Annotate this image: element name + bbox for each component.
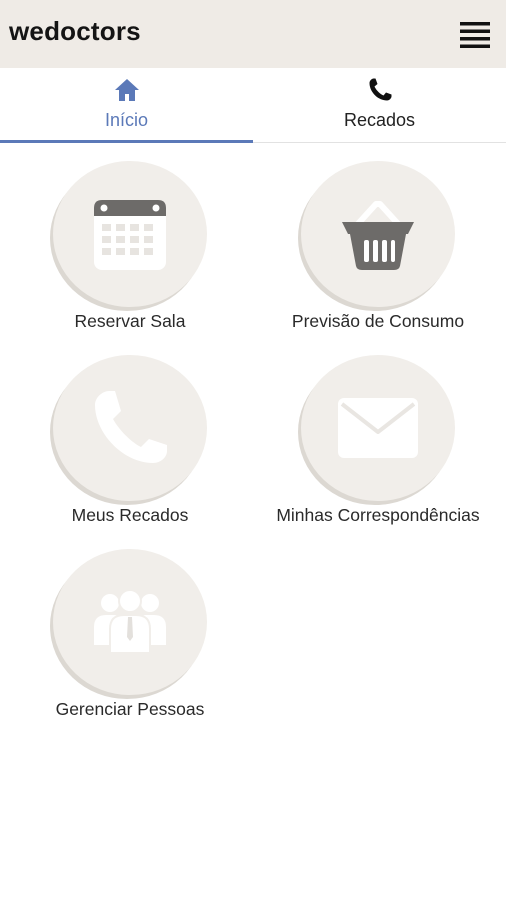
tile-label: Reservar Sala (74, 311, 186, 331)
tab-label: Recados (343, 110, 416, 130)
calendar-icon (94, 200, 166, 270)
active-tab-indicator (0, 140, 253, 143)
people-icon (94, 589, 166, 654)
tile-label: Meus Recados (71, 505, 189, 525)
tile-circle (301, 161, 455, 307)
tile-label: Gerenciar Pessoas (55, 699, 205, 719)
phone-icon (365, 75, 395, 105)
tile-meus-recados[interactable]: Meus Recados (10, 355, 250, 535)
phone-icon (95, 391, 167, 463)
tile-gerenciar-pessoas[interactable]: Gerenciar Pessoas (10, 549, 250, 729)
tile-circle (53, 549, 207, 695)
tile-minhas-correspondencias[interactable]: Minhas Correspondências (258, 355, 498, 535)
tile-previsao-de-consumo[interactable]: Previsão de Consumo (258, 161, 498, 341)
tab-recados[interactable]: Recados (253, 68, 506, 142)
envelope-icon (338, 398, 418, 458)
tile-circle (53, 161, 207, 307)
home-icon (112, 75, 142, 105)
tile-circle (301, 355, 455, 501)
tile-circle (53, 355, 207, 501)
tab-bar: Início Recados (0, 68, 506, 143)
basket-icon (342, 201, 414, 270)
tile-label: Previsão de Consumo (291, 311, 465, 331)
hamburger-menu-icon[interactable] (458, 20, 492, 50)
app-screen: wedoctors Início Recados Reservar Sala P… (0, 0, 506, 900)
tile-reservar-sala[interactable]: Reservar Sala (10, 161, 250, 341)
app-bar: wedoctors (0, 0, 506, 68)
tab-label: Início (104, 110, 149, 130)
tile-label: Minhas Correspondências (276, 505, 480, 525)
app-title: wedoctors (9, 16, 141, 46)
tab-inicio[interactable]: Início (0, 68, 253, 143)
